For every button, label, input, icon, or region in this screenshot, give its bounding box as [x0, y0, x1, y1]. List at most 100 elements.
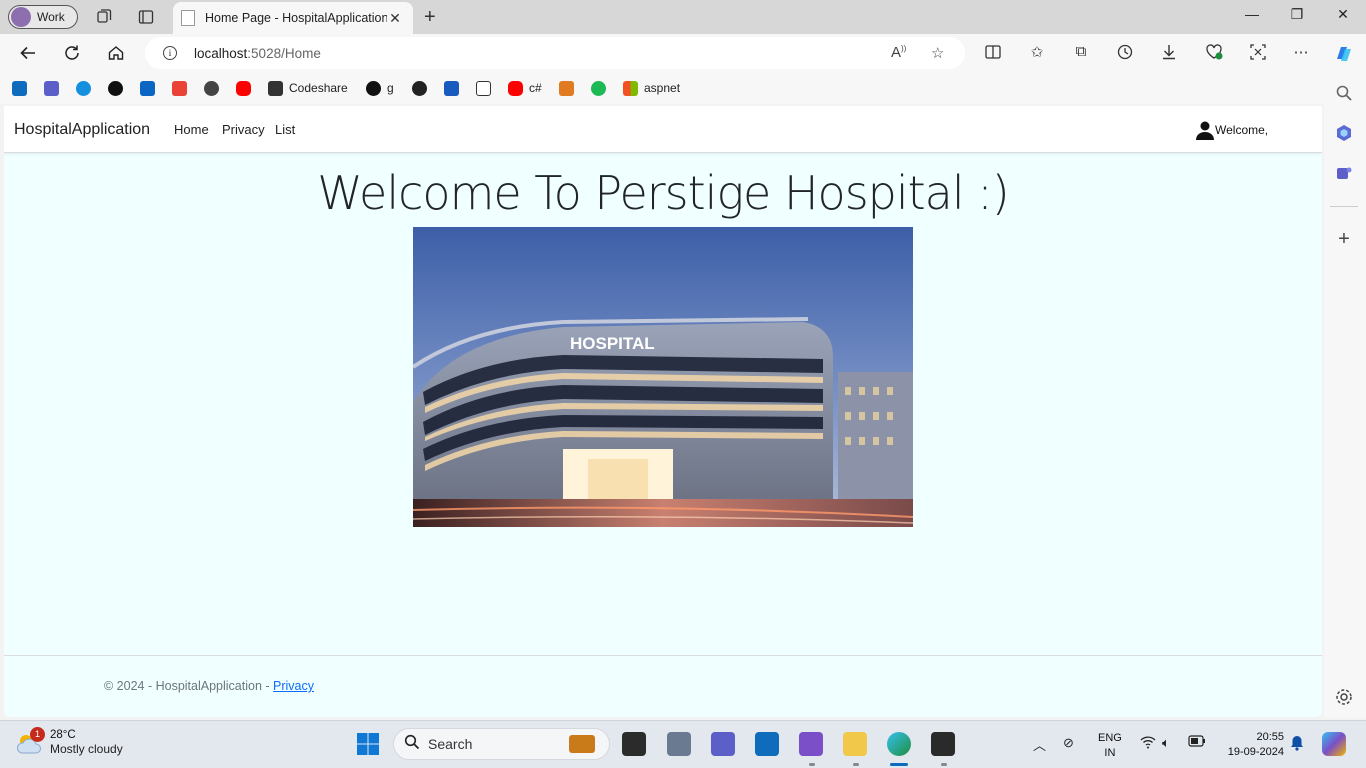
favorite-github[interactable] — [108, 80, 129, 96]
favorite-outlook[interactable] — [12, 80, 33, 96]
window-close-icon[interactable]: ✕ — [1331, 6, 1355, 23]
favorite-csharp[interactable]: c# — [508, 80, 542, 96]
browser-essentials-icon[interactable] — [1204, 43, 1224, 63]
restore-icon[interactable]: ❐ — [1285, 6, 1309, 23]
split-screen-icon[interactable] — [983, 43, 1003, 63]
file-explorer-icon[interactable] — [843, 732, 867, 756]
site-navbar: HospitalApplication Home Privacy List We… — [4, 106, 1322, 153]
address-bar[interactable]: i localhost:5028/Home A)) ☆ — [145, 37, 965, 69]
screenshot-icon[interactable] — [1248, 43, 1268, 63]
sidebar-settings-icon[interactable] — [1334, 688, 1354, 708]
sidebar-add-icon[interactable]: + — [1334, 228, 1354, 250]
downloads-icon[interactable] — [1159, 43, 1179, 63]
favorite-label: g — [387, 81, 394, 95]
footer-privacy-link[interactable]: Privacy — [273, 679, 314, 693]
browser-sidebar: + — [1324, 72, 1366, 718]
sidebar-copilot-icon[interactable] — [1334, 124, 1354, 144]
minimize-icon[interactable]: — — [1240, 6, 1264, 22]
notification-bell-icon[interactable] — [1290, 735, 1304, 754]
search-icon — [404, 734, 420, 755]
edge-taskbar-icon[interactable] — [887, 732, 911, 756]
task-view-icon[interactable] — [622, 732, 646, 756]
windows-taskbar: 1 28°C Mostly cloudy Search ︿ ⊘ ENG IN 🔈… — [0, 720, 1366, 768]
favorite-g[interactable]: g — [366, 80, 394, 96]
search-highlight-icon — [569, 735, 595, 753]
tab-home-page[interactable]: Home Page - HospitalApplication ✕ — [173, 2, 413, 34]
more-options-icon[interactable]: ⋯ — [1291, 43, 1311, 63]
lang-code: ENG — [1098, 732, 1122, 744]
browser-titlebar: Work Home Page - HospitalApplication ✕ +… — [0, 0, 1366, 34]
history-icon[interactable] — [1115, 43, 1135, 63]
site-brand-link[interactable]: HospitalApplication — [14, 121, 150, 139]
visual-studio-icon[interactable] — [799, 732, 823, 756]
youtube-icon — [236, 80, 251, 96]
new-tab-icon[interactable]: + — [424, 6, 436, 29]
favorite-gmail[interactable] — [172, 80, 193, 96]
read-aloud-icon[interactable]: A)) — [891, 44, 906, 61]
running-indicator — [853, 763, 859, 766]
system-clock[interactable]: 20:55 19-09-2024 — [1218, 730, 1284, 760]
browser-toolbar: i localhost:5028/Home A)) ☆ ✩ ⧉ ⋯ — [0, 34, 1366, 72]
battery-icon[interactable] — [1188, 735, 1206, 750]
sidebar-teams-icon[interactable] — [1334, 164, 1354, 184]
favorite-c-doc[interactable] — [476, 80, 497, 96]
user-icon — [1195, 120, 1215, 140]
favorite-word[interactable] — [444, 80, 465, 96]
favorites-bar: Codeshare g c# aspnet — [0, 72, 1366, 104]
chatgpt-icon — [204, 80, 219, 96]
favorite-codeshare[interactable]: Codeshare — [268, 80, 348, 96]
network-offline-icon[interactable]: ⊘ — [1063, 735, 1074, 751]
camera-app-icon[interactable] — [667, 732, 691, 756]
favorite-onedrive[interactable] — [76, 80, 97, 96]
hospital-sign-text: HOSPITAL — [570, 334, 655, 353]
favorite-youtube[interactable] — [236, 80, 257, 96]
copilot-icon[interactable] — [1333, 43, 1353, 63]
github-icon — [108, 80, 123, 96]
profile-avatar — [11, 7, 31, 27]
home-icon[interactable] — [105, 42, 127, 64]
favorite-teams[interactable] — [44, 80, 65, 96]
terminal-icon[interactable] — [931, 732, 955, 756]
favorite-c-site[interactable] — [412, 80, 433, 96]
hospital-photo: HOSPITAL — [413, 227, 913, 527]
sidebar-search-icon[interactable] — [1334, 84, 1354, 104]
nav-list-link[interactable]: List — [275, 122, 295, 137]
weather-widget[interactable]: 1 28°C Mostly cloudy — [16, 727, 123, 757]
favorite-star-icon[interactable]: ☆ — [931, 44, 944, 62]
favorite-aspnet[interactable]: aspnet — [623, 80, 680, 96]
document-icon — [476, 80, 491, 96]
weather-temperature: 28°C — [50, 729, 76, 741]
site-info-icon[interactable]: i — [163, 46, 177, 60]
volume-icon[interactable]: 🔈︎ — [1162, 735, 1170, 751]
input-language[interactable]: ENG IN — [1098, 731, 1122, 761]
tab-actions-icon[interactable] — [136, 7, 156, 27]
start-button[interactable] — [356, 732, 380, 756]
favorite-label: Codeshare — [289, 81, 348, 95]
wifi-icon[interactable] — [1140, 735, 1156, 752]
favorite-label: aspnet — [644, 81, 681, 95]
active-indicator — [890, 763, 908, 766]
favorite-linkedin[interactable] — [140, 80, 161, 96]
favorites-icon[interactable]: ✩ — [1027, 43, 1047, 63]
workspaces-icon[interactable] — [94, 7, 114, 27]
favorite-profile[interactable] — [559, 80, 580, 96]
nav-home-link[interactable]: Home — [174, 122, 209, 137]
taskbar-search[interactable]: Search — [393, 728, 610, 760]
profile-button[interactable]: Work — [8, 5, 78, 29]
gmail-icon — [172, 80, 187, 96]
word-icon — [444, 80, 459, 96]
copilot-taskbar-icon[interactable] — [1322, 732, 1346, 756]
outlook-taskbar-icon[interactable] — [755, 732, 779, 756]
nav-privacy-link[interactable]: Privacy — [222, 122, 265, 137]
collections-icon[interactable]: ⧉ — [1071, 43, 1091, 63]
close-tab-icon[interactable]: ✕ — [387, 10, 403, 27]
show-hidden-icons-chevron-icon[interactable]: ︿ — [1033, 735, 1046, 754]
weather-cloud-icon: 1 — [16, 727, 45, 757]
favorite-chatgpt[interactable] — [204, 80, 225, 96]
back-icon[interactable] — [17, 42, 39, 64]
lang-region: IN — [1104, 747, 1116, 759]
favorite-spotify[interactable] — [591, 80, 612, 96]
search-label: Search — [428, 736, 473, 752]
teams-taskbar-icon[interactable] — [711, 732, 735, 756]
refresh-icon[interactable] — [61, 42, 83, 64]
